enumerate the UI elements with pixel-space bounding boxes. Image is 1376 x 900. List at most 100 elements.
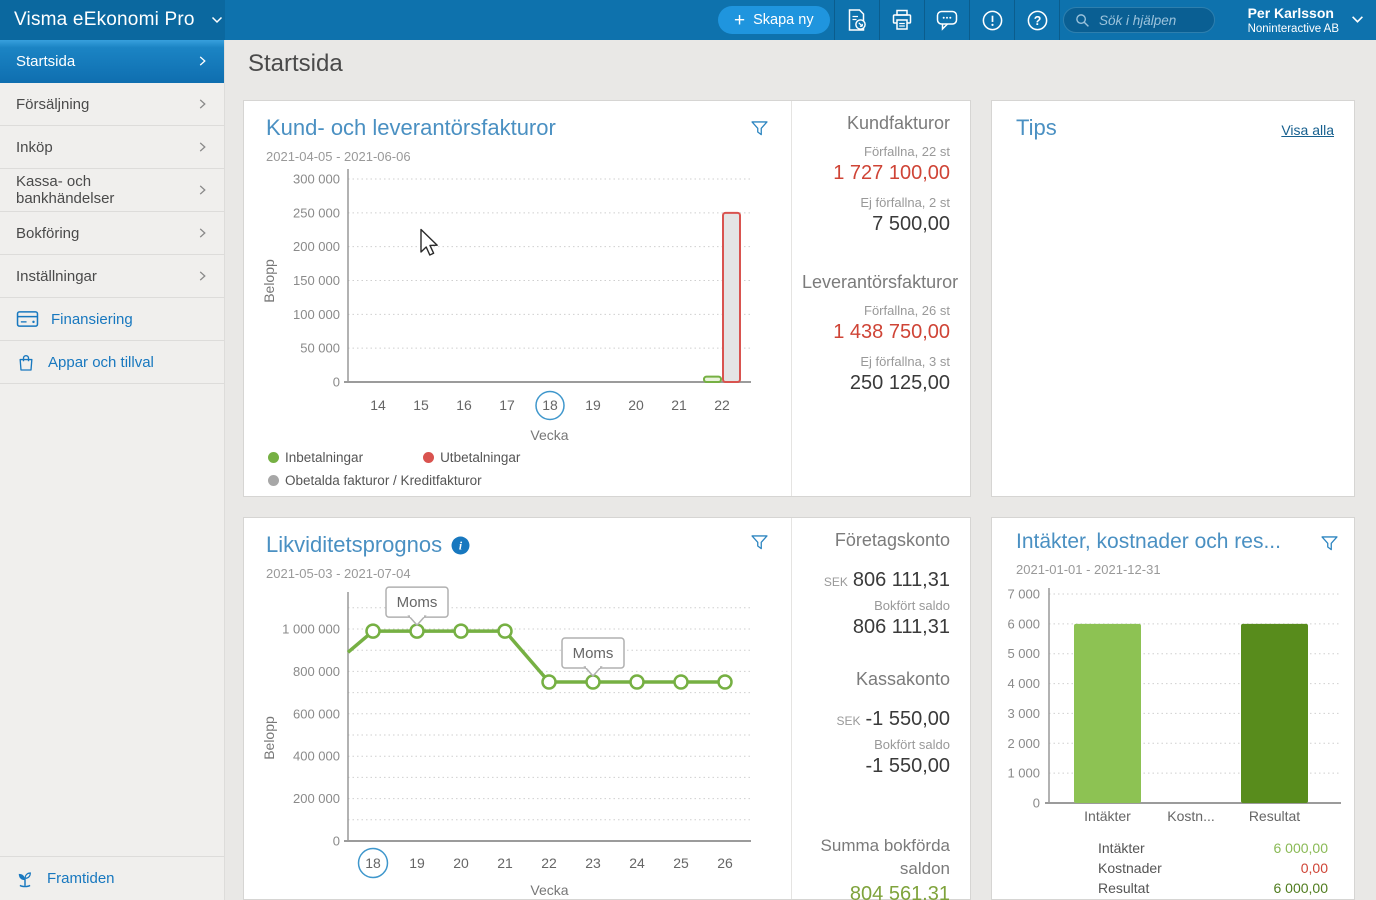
account2-booked: -1 550,00: [802, 755, 950, 778]
legend-dot: [268, 452, 279, 463]
chevron-right-icon: [197, 141, 208, 153]
chevron-right-icon: [197, 55, 208, 67]
result-summary-row: Intäkter6 000,00: [1098, 840, 1328, 856]
customer-overdue-value: 1 727 100,00: [802, 162, 950, 185]
legend-item: Utbetalningar: [423, 450, 520, 465]
sidebar: Startsida Försäljning InköpKassa- och bank…: [0, 40, 225, 900]
sidebar-item-label: Finansiering: [51, 311, 133, 328]
help-search: [1063, 7, 1215, 33]
chevron-right-icon: [197, 98, 208, 110]
svg-text:50 000: 50 000: [300, 341, 340, 356]
customer-notdue-value: 7 500,00: [802, 213, 950, 236]
result-chart: 01 0002 0003 0004 0005 0006 0007 000Intä…: [992, 582, 1356, 834]
filter-icon[interactable]: [1319, 533, 1340, 554]
invoices-side-panel: Kundfakturor Förfallna, 22 st 1 727 100,…: [791, 101, 970, 496]
svg-text:Vecka: Vecka: [530, 882, 568, 898]
svg-text:7 000: 7 000: [1007, 587, 1040, 602]
total-balance-value: 804 561,31: [802, 883, 950, 900]
plus-icon: +: [734, 11, 745, 30]
app-window: Visma eEkonomi Pro + Skapa ny ?: [0, 0, 1376, 900]
svg-text:400 000: 400 000: [293, 749, 340, 764]
result-summary-row: Kostnader0,00: [1098, 860, 1328, 876]
result-summary: Intäkter6 000,00Kostnader0,00Resultat6 0…: [1098, 840, 1328, 900]
filter-icon[interactable]: [749, 532, 770, 553]
chevron-down-icon: [1351, 11, 1364, 29]
customer-notdue-label: Ej förfallna, 2 st: [802, 195, 950, 210]
info-icon[interactable]: i: [451, 536, 470, 555]
sidebar-item-label: Appar och tillval: [48, 354, 154, 371]
result-card: Intäkter, kostnader och res... 2021-01-0…: [991, 517, 1355, 900]
sidebar-item-finansiering[interactable]: Finansiering: [0, 298, 224, 341]
search-icon: [1075, 13, 1090, 28]
help-icon[interactable]: ?: [1014, 0, 1060, 40]
svg-text:21: 21: [497, 855, 513, 871]
svg-text:Moms: Moms: [397, 594, 438, 611]
filter-icon[interactable]: [749, 118, 770, 139]
account1-name: Företagskonto: [802, 530, 950, 551]
sidebar-item-bokforing[interactable]: Bokföring: [0, 212, 224, 255]
card-icon: [16, 310, 39, 329]
supplier-notdue-value: 250 125,00: [802, 372, 950, 395]
alert-icon[interactable]: [969, 0, 1014, 40]
svg-text:26: 26: [717, 855, 733, 871]
legend-label: Utbetalningar: [440, 450, 520, 465]
svg-text:16: 16: [456, 397, 472, 413]
result-summary-row: Resultat6 000,00: [1098, 880, 1328, 896]
sprout-icon: [14, 868, 36, 889]
liquidity-chart: 0200 000400 000600 000800 0001 000 00018…: [244, 578, 784, 900]
currency-label: SEK: [836, 714, 860, 728]
svg-text:24: 24: [629, 855, 645, 871]
booked-balance-label: Bokfört saldo: [802, 598, 950, 613]
svg-text:0: 0: [333, 375, 340, 390]
create-new-button[interactable]: + Skapa ny: [718, 6, 830, 34]
chevron-right-icon: [197, 270, 208, 282]
sidebar-item-installningar[interactable]: Inställningar: [0, 255, 224, 298]
topbar: Visma eEkonomi Pro + Skapa ny ?: [0, 0, 1376, 40]
sidebar-item-startsida[interactable]: Startsida: [0, 40, 224, 83]
svg-text:22: 22: [541, 855, 557, 871]
chat-icon[interactable]: [924, 0, 969, 40]
sidebar-item-appar-och-tillval[interactable]: Appar och tillval: [0, 341, 224, 384]
svg-text:21: 21: [671, 397, 687, 413]
legend-item: Inbetalningar: [268, 450, 363, 465]
user-company: Noninteractive AB: [1248, 22, 1339, 36]
svg-text:?: ?: [1033, 13, 1041, 27]
tips-card: Tips Visa alla: [991, 100, 1355, 497]
customer-overdue-label: Förfallna, 22 st: [802, 144, 950, 159]
svg-text:4 000: 4 000: [1007, 676, 1040, 691]
sidebar-item-inkop[interactable]: Inköp: [0, 126, 224, 169]
liquidity-card-title: Likviditetsprognos: [266, 532, 442, 558]
svg-text:3 000: 3 000: [1007, 706, 1040, 721]
account1-booked: 806 111,31: [802, 616, 950, 639]
sidebar-item-forsaljning[interactable]: Försäljning: [0, 83, 224, 126]
user-menu[interactable]: Per Karlsson Noninteractive AB: [1242, 0, 1370, 40]
result-card-title: Intäkter, kostnader och res...: [1016, 530, 1281, 554]
sidebar-item-kassa-och-bankhandelser[interactable]: Kassa- och bankhändelser: [0, 169, 224, 212]
booked-balance-label: Bokfört saldo: [802, 737, 950, 752]
printer-icon[interactable]: [879, 0, 924, 40]
result-summary-label: Intäkter: [1098, 840, 1145, 856]
sidebar-item-label: Startsida: [16, 53, 75, 70]
result-summary-label: Kostnader: [1098, 860, 1162, 876]
legend-label: Inbetalningar: [285, 450, 363, 465]
svg-text:Vecka: Vecka: [530, 427, 568, 443]
svg-text:Intäkter: Intäkter: [1084, 808, 1131, 824]
document-search-icon[interactable]: [834, 0, 879, 40]
supplier-overdue-value: 1 438 750,00: [802, 321, 950, 344]
sidebar-item-label: Försäljning: [16, 96, 89, 113]
sidebar-nav: Startsida Försäljning InköpKassa- och bank…: [0, 40, 224, 384]
liquidity-card: Likviditetsprognos i 2021-05-03 - 2021-0…: [243, 517, 971, 900]
svg-text:18: 18: [365, 855, 381, 871]
sidebar-item-framtiden[interactable]: Framtiden: [0, 856, 224, 900]
svg-text:Belopp: Belopp: [261, 716, 277, 760]
result-summary-value: 6 000,00: [1274, 880, 1329, 896]
sidebar-item-label: Bokföring: [16, 225, 79, 242]
svg-text:19: 19: [409, 855, 425, 871]
account1-balance: SEK806 111,31: [802, 569, 950, 592]
search-input[interactable]: [1097, 12, 1203, 29]
show-all-link[interactable]: Visa alla: [1281, 122, 1334, 138]
app-switcher[interactable]: Visma eEkonomi Pro: [0, 0, 225, 40]
svg-text:200 000: 200 000: [293, 791, 340, 806]
svg-text:Kostn...: Kostn...: [1167, 808, 1214, 824]
svg-text:2 000: 2 000: [1007, 736, 1040, 751]
